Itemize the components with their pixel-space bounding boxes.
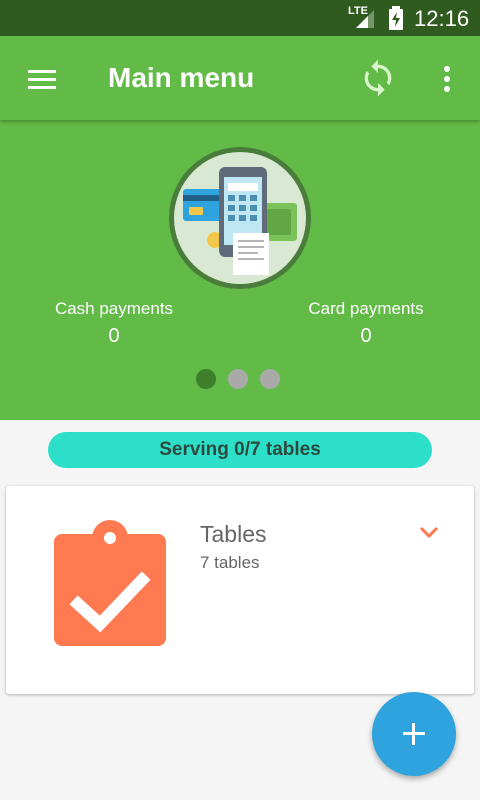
add-button[interactable]: [372, 692, 456, 776]
serving-status-badge: Serving 0/7 tables: [48, 432, 432, 468]
tables-card[interactable]: Tables 7 tables: [6, 486, 474, 694]
card-payments-label: Card payments: [308, 299, 424, 318]
cash-payments-stat: Cash payments 0: [24, 298, 204, 350]
card-payments-value: 0: [360, 325, 372, 347]
status-bar: LTE 12:16: [0, 0, 480, 36]
payment-terminal-illustration: [169, 147, 311, 289]
clipboard-check-icon: [54, 520, 166, 646]
more-options-button[interactable]: [430, 58, 464, 98]
status-time: 12:16: [414, 6, 470, 31]
payments-summary: Cash payments 0 Card payments 0: [0, 120, 480, 420]
sync-button[interactable]: [358, 58, 398, 98]
app-bar: Main menu: [0, 36, 480, 120]
expand-button[interactable]: [414, 520, 444, 544]
add-icon: [403, 723, 425, 745]
tables-card-title: Tables: [200, 521, 267, 547]
network-type: LTE: [348, 5, 368, 17]
page-indicator[interactable]: [196, 369, 286, 391]
cash-payments-value: 0: [108, 325, 120, 347]
cash-payments-label: Cash payments: [54, 299, 174, 318]
pager-dot[interactable]: [196, 369, 216, 389]
page-title: Main menu: [108, 62, 255, 93]
sync-icon: [364, 59, 392, 97]
pager-dot[interactable]: [260, 369, 280, 389]
tables-card-subtitle: 7 tables: [200, 553, 260, 572]
chevron-down-icon: [419, 526, 439, 539]
pager-dot[interactable]: [228, 369, 248, 389]
card-payments-stat: Card payments 0: [276, 298, 456, 350]
menu-button[interactable]: [16, 58, 56, 98]
battery-charging-icon: [389, 6, 403, 30]
